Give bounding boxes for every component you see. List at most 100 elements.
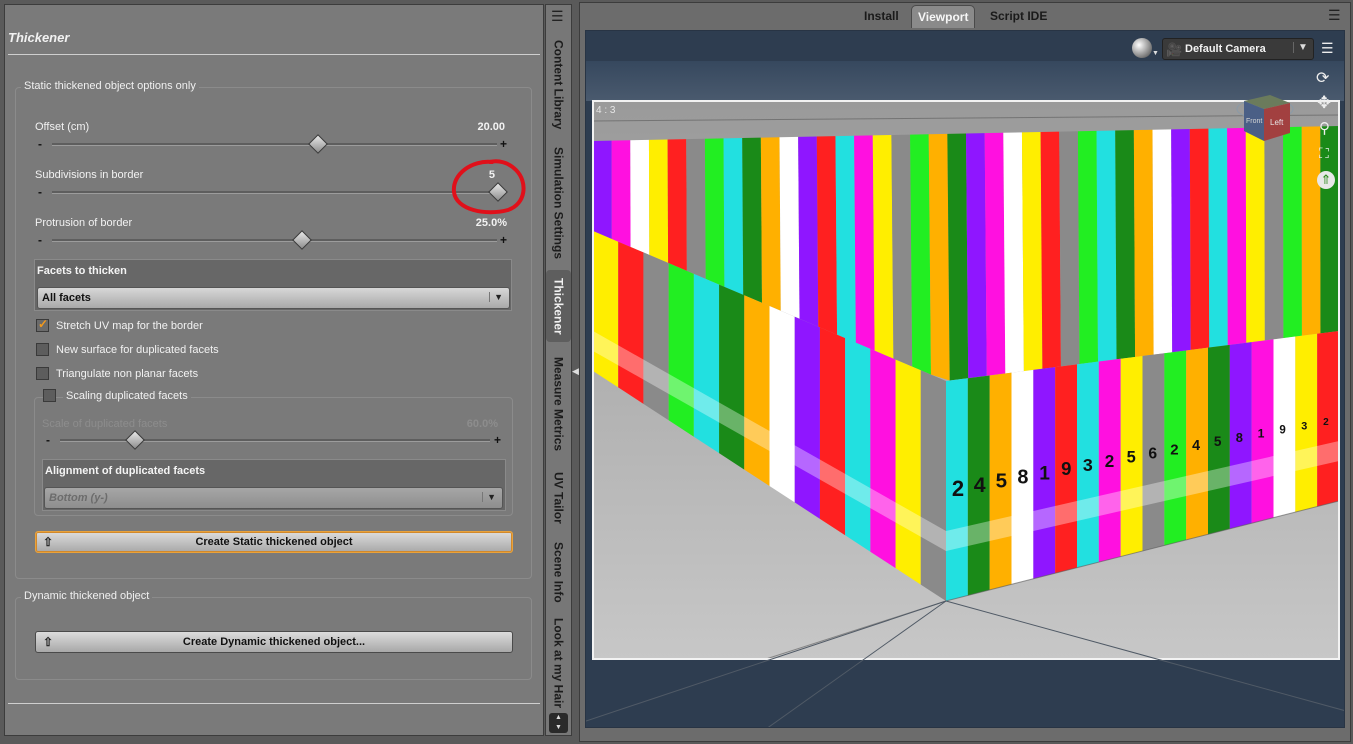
stretch-uv-label: Stretch UV map for the border <box>56 320 203 332</box>
tab-viewport[interactable]: Viewport <box>911 5 976 28</box>
subdivisions-slider-track[interactable] <box>52 191 497 194</box>
orbit-icon[interactable]: ⟳ <box>1316 68 1329 88</box>
new-surface-label: New surface for duplicated facets <box>56 344 219 356</box>
facets-header: Facets to thicken <box>37 265 127 277</box>
protrusion-increment[interactable]: + <box>500 234 507 246</box>
tab-thickener[interactable]: Thickener <box>546 270 571 342</box>
triangulate-checkbox[interactable] <box>36 367 49 380</box>
top-stripe <box>1040 131 1061 369</box>
stripe-digit: 5 <box>1214 434 1222 449</box>
offset-slider-track[interactable] <box>52 143 497 146</box>
stripe-digit: 2 <box>1105 452 1115 471</box>
side-stripe <box>593 231 619 388</box>
top-stripe <box>1227 127 1247 346</box>
viewport-pane-menu-icon[interactable]: ☰ <box>1328 8 1341 22</box>
subdivisions-decrement[interactable]: - <box>38 186 42 198</box>
scene-render: 245819325624581932 <box>586 31 1344 727</box>
top-stripe <box>910 134 931 375</box>
static-options-label: Static thickened object options only <box>21 80 199 92</box>
thicken-icon: ⇧ <box>42 535 54 549</box>
top-stripe <box>835 135 856 343</box>
create-dynamic-button[interactable]: ⇧ Create Dynamic thickened object... <box>35 631 513 653</box>
top-stripe <box>1189 128 1210 350</box>
pan-icon[interactable]: ✥ <box>1317 93 1331 113</box>
viewport-options-icon[interactable]: ☰ <box>1321 41 1334 55</box>
tab-content-library[interactable]: Content Library <box>546 35 571 135</box>
scaling-label: Scaling duplicated facets <box>63 390 191 402</box>
top-stripe <box>1096 130 1117 362</box>
reset-view-icon[interactable]: ⇑ <box>1317 171 1335 189</box>
top-stripe <box>984 132 1006 376</box>
viewport[interactable]: 245819325624581932 4 : 3 ▼ 🎥 Default Cam… <box>585 30 1345 728</box>
top-stripe <box>947 133 969 381</box>
top-stripe <box>611 140 631 247</box>
protrusion-value[interactable]: 25.0% <box>440 217 507 229</box>
alignment-header: Alignment of duplicated facets <box>45 465 206 477</box>
top-stripe <box>686 138 706 279</box>
top-stripe <box>1077 130 1099 365</box>
top-stripe <box>1245 127 1265 343</box>
side-stripe <box>668 263 694 437</box>
scale-label: Scale of duplicated facets <box>42 418 168 430</box>
frame-icon[interactable]: ⛶ <box>1319 145 1329 162</box>
triangulate-label: Triangulate non planar facets <box>56 368 199 380</box>
top-stripe <box>1152 129 1173 355</box>
top-stripe <box>760 137 781 311</box>
aspect-ratio-label: 4 : 3 <box>596 105 616 116</box>
chevron-down-icon: ▼ <box>482 492 496 502</box>
collapse-arrow-icon[interactable]: ◀ <box>572 366 579 377</box>
tab-measure-metrics[interactable]: Measure Metrics <box>546 350 571 458</box>
top-stripe <box>648 139 669 263</box>
chevron-down-icon[interactable]: ▼ <box>1152 50 1159 57</box>
stripe-digit: 1 <box>1258 427 1265 441</box>
tab-simulation-settings[interactable]: Simulation Settings <box>546 143 571 263</box>
new-surface-checkbox[interactable] <box>36 343 49 356</box>
protrusion-decrement[interactable]: - <box>38 234 42 246</box>
side-stripe <box>693 273 720 454</box>
top-stripe <box>1059 131 1080 367</box>
stripe-digit: 9 <box>1061 458 1071 479</box>
tab-script-ide[interactable]: Script IDE <box>984 5 1053 27</box>
top-stripe <box>1283 126 1302 339</box>
tab-scroll-icon[interactable]: ▲ ▼ <box>549 713 568 733</box>
facets-dropdown[interactable]: All facets ▼ <box>37 287 510 309</box>
stretch-uv-checkbox[interactable] <box>36 317 49 332</box>
top-stripe <box>1208 128 1228 348</box>
top-stripe <box>1264 127 1284 341</box>
tab-uv-tailor[interactable]: UV Tailor <box>546 465 571 530</box>
offset-label: Offset (cm) <box>35 121 90 133</box>
tab-scene-info[interactable]: Scene Info <box>546 537 571 607</box>
scale-decrement: - <box>46 433 50 447</box>
stripe-digit: 5 <box>1127 449 1136 467</box>
top-stripe <box>854 135 875 351</box>
stripe-digit: 1 <box>1039 463 1050 484</box>
top-stripe <box>1003 132 1024 374</box>
top-stripe <box>704 138 725 287</box>
top-stripe <box>891 134 913 367</box>
view-cube[interactable]: Front Left <box>1234 87 1296 149</box>
offset-value[interactable]: 20.00 <box>440 121 505 133</box>
dynamic-group-label: Dynamic thickened object <box>21 590 153 602</box>
side-stripe <box>895 359 921 585</box>
stripe-digit: 3 <box>1301 420 1307 432</box>
offset-increment[interactable]: + <box>500 138 507 150</box>
top-stripe <box>816 136 838 335</box>
side-tab-strip: ☰ Content Library Simulation Settings Th… <box>545 4 572 736</box>
lighting-sphere-icon[interactable] <box>1132 38 1152 58</box>
stripe-digit: 2 <box>1323 417 1329 428</box>
pane-menu-icon[interactable]: ☰ <box>551 9 564 23</box>
camera-selector[interactable]: 🎥 Default Camera ▼ <box>1162 38 1314 60</box>
top-stripe <box>742 137 762 303</box>
tab-install[interactable]: Install <box>858 5 905 27</box>
stripe-digit: 4 <box>1192 438 1200 454</box>
protrusion-label: Protrusion of border <box>35 217 133 229</box>
thicken-dynamic-icon: ⇧ <box>42 635 54 649</box>
scaling-checkbox[interactable] <box>43 389 56 402</box>
side-stripe <box>618 241 644 404</box>
protrusion-slider-track[interactable] <box>52 239 497 242</box>
zoom-icon[interactable]: ⚲ <box>1319 119 1330 137</box>
tab-look-at-my-hair[interactable]: Look at my Hair <box>546 615 571 711</box>
stripe-digit: 9 <box>1279 425 1285 437</box>
offset-decrement[interactable]: - <box>38 138 42 150</box>
create-static-button[interactable]: ⇧ Create Static thickened object <box>35 531 513 553</box>
